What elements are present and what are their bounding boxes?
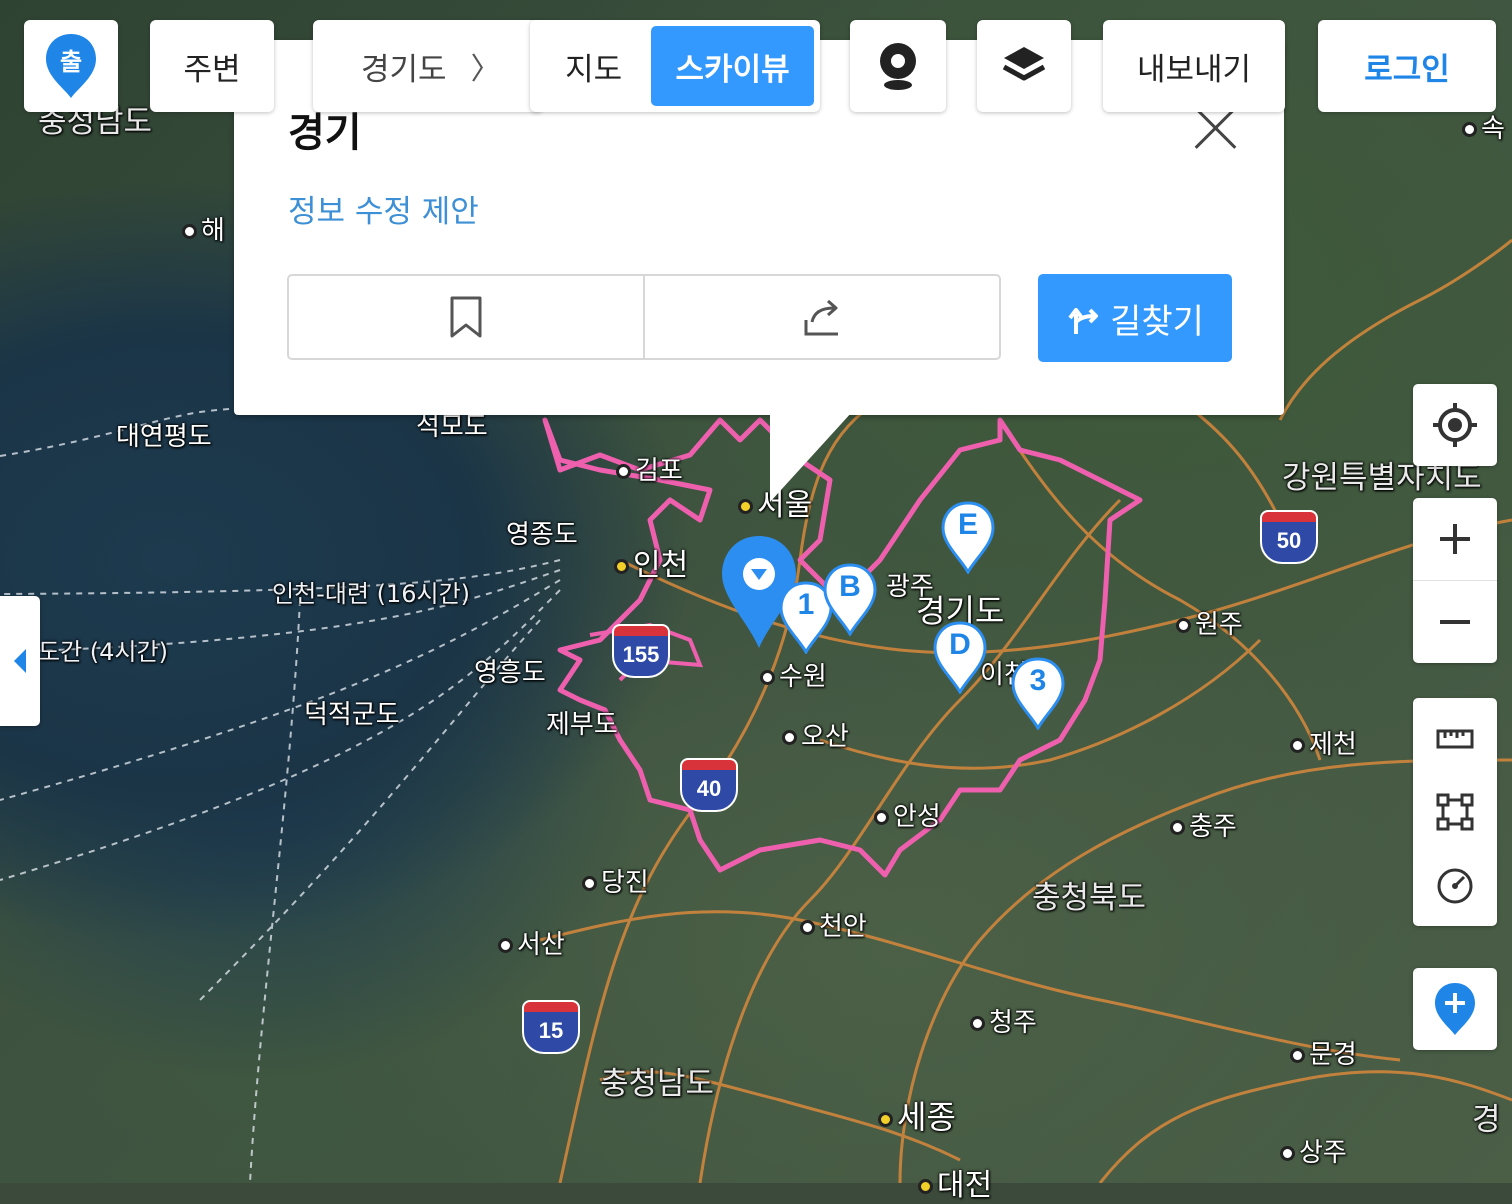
suggest-edit-link[interactable]: 정보 수정 제안 — [288, 186, 479, 231]
place-label: 인천 — [614, 540, 688, 584]
place-label: 대전 — [918, 1160, 992, 1204]
place-label: 오산 — [782, 716, 849, 753]
area-tool-button[interactable] — [1413, 775, 1497, 849]
map-type-toggle: 지도 스카이뷰 — [530, 20, 820, 112]
breadcrumb-region[interactable]: 경기도 — [361, 44, 447, 89]
ferry-route-label: 인천-대련 (16시간) — [272, 580, 471, 608]
place-label: 영종도 — [506, 520, 578, 550]
highway-shield: 50 — [1260, 510, 1318, 566]
waypoint-pin-d[interactable]: D — [932, 620, 988, 694]
roadview-icon — [880, 43, 916, 90]
roadview-button[interactable] — [850, 20, 946, 112]
place-label: 청주 — [970, 1002, 1037, 1039]
share-button[interactable] — [643, 276, 999, 358]
waypoint-pin-b[interactable]: B — [822, 562, 878, 636]
place-label: 수원 — [760, 656, 827, 693]
place-label: 제부도 — [546, 710, 618, 740]
place-label: 원주 — [1176, 604, 1243, 641]
directions-label: 길찾기 — [1110, 301, 1204, 342]
waypoint-pin-e[interactable]: E — [940, 500, 996, 574]
map-type-skyview[interactable]: 스카이뷰 — [651, 26, 814, 106]
bookmark-icon — [450, 296, 482, 338]
measure-tools — [1413, 698, 1497, 926]
ferry-route-label: 덕적군도 — [304, 700, 400, 730]
ruler-icon — [1436, 729, 1474, 749]
directions-icon — [1068, 308, 1099, 334]
highway-shield: 155 — [612, 624, 670, 680]
export-button[interactable]: 내보내기 — [1103, 20, 1285, 112]
place-label: 서산 — [498, 924, 565, 961]
zoom-in-button[interactable] — [1413, 498, 1497, 580]
place-label: 속 — [1462, 108, 1505, 145]
highway-shield: 15 — [522, 1000, 580, 1056]
highway-shield: 40 — [680, 758, 738, 814]
place-label: 당진 — [582, 862, 649, 899]
radius-icon — [1437, 868, 1473, 904]
place-label: 경 — [1472, 1102, 1501, 1138]
start-label: 출 — [59, 48, 83, 76]
panel-pointer — [770, 412, 852, 502]
add-place-button[interactable] — [1413, 968, 1497, 1050]
ferry-lines — [0, 407, 561, 1183]
layers-icon — [1002, 47, 1046, 81]
side-panel-toggle[interactable] — [0, 596, 40, 726]
nearby-button[interactable]: 주변 — [150, 20, 274, 112]
waypoint-pin-3[interactable]: 3 — [1010, 656, 1066, 730]
place-label: 대연평도 — [116, 422, 212, 452]
place-label: 해 — [182, 210, 225, 247]
share-icon — [804, 299, 838, 336]
distance-tool-button[interactable] — [1413, 701, 1497, 775]
minus-icon — [1440, 620, 1470, 624]
chevron-right-icon: 〉 — [470, 52, 501, 87]
place-label: 상주 — [1280, 1132, 1347, 1169]
zoom-control — [1413, 498, 1497, 663]
action-group — [287, 274, 1001, 360]
add-location-icon — [1435, 983, 1475, 1035]
place-label: 안성 — [874, 796, 941, 833]
place-label: 충청남도 — [600, 1066, 715, 1102]
place-label: 영흥도 — [474, 658, 546, 688]
place-label: 김포 — [616, 450, 683, 487]
place-label: 문경 — [1290, 1034, 1357, 1071]
chevron-left-icon — [14, 649, 26, 673]
crosshair-icon — [1433, 403, 1477, 447]
place-label: 충주 — [1170, 806, 1237, 843]
bookmark-button[interactable] — [289, 276, 643, 358]
map-type-map[interactable]: 지도 — [536, 26, 651, 106]
ferry-route-label: 도간 (4시간) — [38, 638, 168, 666]
place-label: 천안 — [800, 906, 867, 943]
breadcrumb[interactable]: 경기도 〉 — [313, 20, 543, 112]
area-icon — [1436, 793, 1474, 831]
login-button[interactable]: 로그인 — [1318, 20, 1496, 112]
start-point-button[interactable]: 출 — [24, 20, 118, 112]
plus-icon — [1440, 524, 1470, 554]
place-label: 충청북도 — [1032, 880, 1147, 916]
layers-button[interactable] — [977, 20, 1071, 112]
radius-tool-button[interactable] — [1413, 849, 1497, 923]
my-location-button[interactable] — [1413, 384, 1497, 466]
directions-button[interactable]: 길찾기 — [1038, 274, 1232, 362]
zoom-out-button[interactable] — [1413, 580, 1497, 663]
place-label: 세종 — [878, 1092, 956, 1138]
place-label: 제천 — [1290, 724, 1357, 761]
